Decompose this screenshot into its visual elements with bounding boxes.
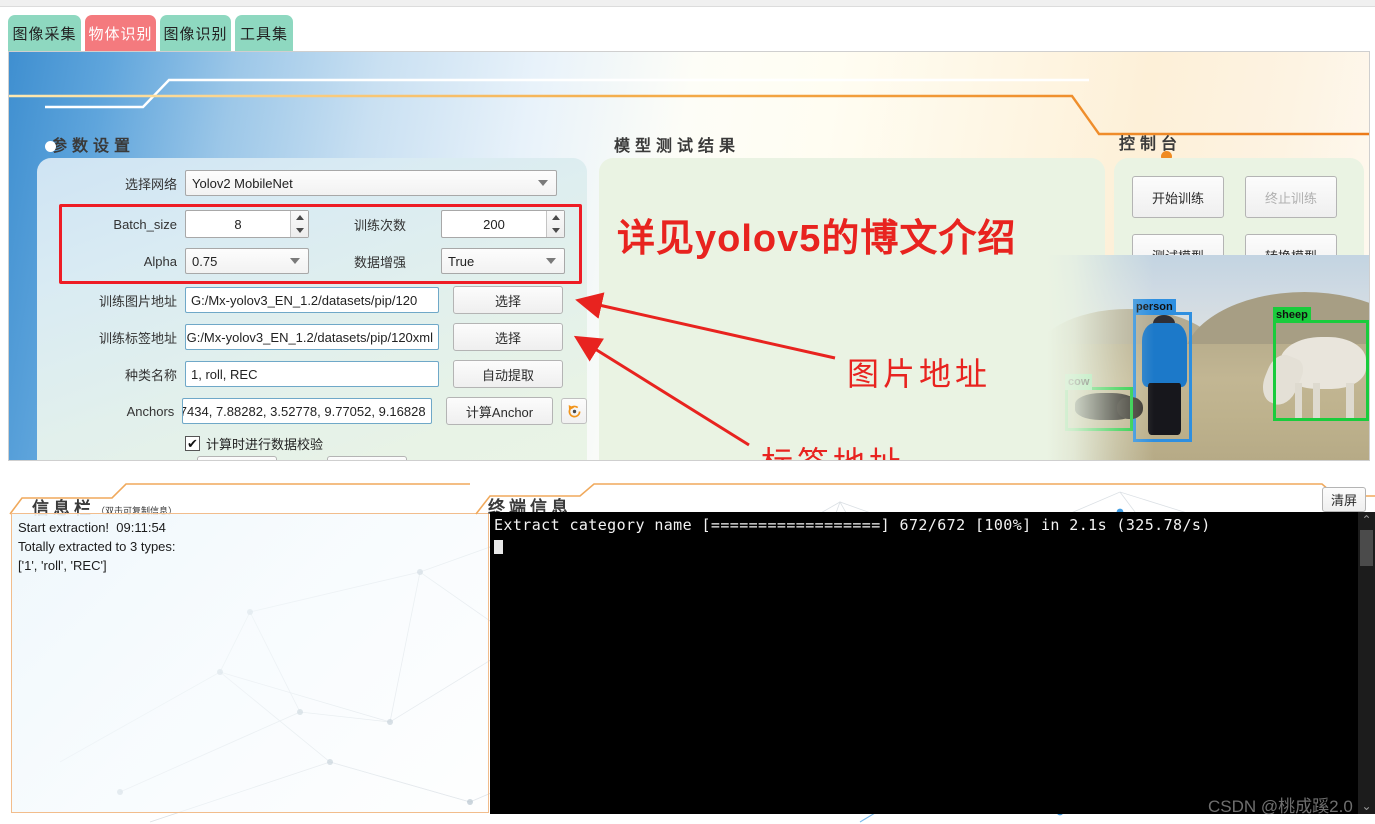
- bbox-sheep: sheep: [1273, 307, 1369, 421]
- tab-toolset[interactable]: 工具集: [235, 15, 293, 52]
- scrollbar-thumb[interactable]: [1360, 530, 1373, 566]
- annotation-headline: 详见yolov5的博文介绍: [617, 218, 1017, 260]
- epochs-value: 200: [483, 216, 505, 232]
- import-config-button[interactable]: 导入配置: [197, 456, 277, 461]
- tab-bar: 图像采集 物体识别 图像识别 工具集: [0, 7, 1375, 52]
- network-select-value: Yolov2 MobileNet: [192, 175, 293, 191]
- batch-size-label: Batch_size: [113, 216, 177, 232]
- epochs-label: 训练次数: [353, 217, 406, 233]
- refresh-icon-button[interactable]: [561, 398, 588, 424]
- terminal-scrollbar[interactable]: ⌃ ⌄: [1358, 512, 1375, 814]
- batch-size-value: 8: [234, 216, 242, 232]
- spin-down-icon[interactable]: [291, 224, 308, 237]
- train-images-label: 训练图片地址: [98, 293, 177, 309]
- tab-image-collection[interactable]: 图像采集: [8, 15, 81, 52]
- application-window: 图像采集 物体识别 图像识别 工具集 参数设置 模型测试结果 控制台 选择网络 …: [0, 0, 1375, 824]
- terminal-cursor: [494, 540, 503, 554]
- terminal-line-1: Extract category name [=================…: [494, 516, 1211, 534]
- anchors-label: Anchors: [126, 403, 175, 419]
- spin-up-icon[interactable]: [291, 211, 308, 224]
- verify-checkbox-row[interactable]: ✔ 计算时进行数据校验: [185, 434, 323, 453]
- augment-select[interactable]: True: [441, 248, 565, 274]
- console-section-title: 控制台: [1119, 136, 1183, 153]
- network-label: 选择网络: [124, 176, 177, 192]
- scroll-down-icon[interactable]: ⌄: [1361, 798, 1371, 814]
- class-names-label: 种类名称: [124, 367, 177, 383]
- verify-checkbox[interactable]: ✔: [185, 436, 200, 451]
- train-labels-label: 训练标签地址: [98, 330, 177, 346]
- alpha-select[interactable]: 0.75: [185, 248, 309, 274]
- tab-label: 工具集: [239, 26, 288, 43]
- train-labels-browse-button[interactable]: 选择: [453, 323, 563, 351]
- class-names-input[interactable]: 1, roll, REC: [185, 361, 439, 387]
- chevron-down-icon: [546, 258, 556, 264]
- scroll-up-icon[interactable]: ⌃: [1361, 512, 1371, 528]
- class-names-value: 1, roll, REC: [191, 366, 258, 382]
- network-select[interactable]: Yolov2 MobileNet: [185, 170, 557, 196]
- chevron-down-icon: [538, 180, 548, 186]
- tab-image-recognition[interactable]: 图像识别: [160, 15, 231, 52]
- import-config-label: 导入配置: [211, 460, 263, 461]
- results-card: [599, 158, 1105, 460]
- annotation-label-path: 标签地址: [761, 438, 905, 460]
- spin-down-icon[interactable]: [547, 224, 564, 237]
- annotation-image-path: 图片地址: [847, 356, 992, 392]
- batch-size-spin-buttons[interactable]: [290, 211, 308, 237]
- verify-checkbox-label: 计算时进行数据校验: [206, 437, 324, 452]
- browse-button-label: 选择: [494, 293, 521, 309]
- calc-anchor-button[interactable]: 计算Anchor: [445, 397, 554, 425]
- terminal-output[interactable]: Extract category name [=================…: [490, 512, 1358, 814]
- field-row-batch: Batch_size 8 训练次数 200: [37, 210, 587, 238]
- info-textbox[interactable]: Start extraction! 09:11:54 Totally extra…: [11, 513, 489, 813]
- field-row-alpha: Alpha 0.75 数据增强 True: [37, 248, 587, 274]
- alpha-label: Alpha: [143, 253, 177, 269]
- browse-button-label: 选择: [494, 330, 521, 346]
- start-train-button[interactable]: 开始训练: [1132, 176, 1224, 218]
- augment-select-value: True: [448, 253, 475, 269]
- augment-label: 数据增强: [353, 254, 406, 270]
- train-images-input[interactable]: G:/Mx-yolov3_EN_1.2/datasets/pip/120: [185, 287, 439, 313]
- image-left-fade: [1047, 255, 1154, 460]
- auto-extract-label: 自动提取: [481, 367, 534, 383]
- field-row-network: 选择网络 Yolov2 MobileNet: [37, 170, 587, 196]
- bbox-label-sheep: sheep: [1273, 307, 1311, 323]
- stop-train-label: 终止训练: [1264, 190, 1317, 206]
- field-row-anchors: Anchors 7434, 7.88282, 3.52778, 9.77052,…: [37, 397, 588, 425]
- auto-extract-button[interactable]: 自动提取: [453, 360, 563, 388]
- train-labels-input[interactable]: G:/Mx-yolov3_EN_1.2/datasets/pip/120xml: [185, 324, 439, 350]
- tab-label: 物体识别: [88, 26, 153, 43]
- batch-size-stepper[interactable]: 8: [185, 210, 309, 238]
- tab-label: 图像采集: [12, 26, 77, 43]
- anchors-input[interactable]: 7434, 7.88282, 3.52778, 9.77052, 9.16828: [182, 398, 432, 424]
- clear-screen-label: 清屏: [1330, 493, 1357, 508]
- alpha-select-value: 0.75: [192, 253, 218, 269]
- tab-label: 图像识别: [163, 26, 228, 43]
- train-images-browse-button[interactable]: 选择: [453, 286, 563, 314]
- chevron-down-icon: [290, 258, 300, 264]
- spin-up-icon[interactable]: [547, 211, 564, 224]
- upper-panel: 参数设置 模型测试结果 控制台 选择网络 Yolov2 MobileNet Ba…: [8, 51, 1370, 461]
- export-config-label: 导出配置: [341, 460, 393, 461]
- train-labels-value: G:/Mx-yolov3_EN_1.2/datasets/pip/120xml: [186, 329, 433, 345]
- field-row-class-names: 种类名称 1, roll, REC 自动提取: [37, 360, 587, 388]
- calc-anchor-label: 计算Anchor: [465, 404, 534, 420]
- detection-preview-image: person sheep cow: [1047, 255, 1369, 460]
- field-row-train-images: 训练图片地址 G:/Mx-yolov3_EN_1.2/datasets/pip/…: [37, 286, 587, 314]
- window-title-strip: [0, 0, 1375, 7]
- clear-screen-button[interactable]: 清屏: [1322, 487, 1366, 512]
- field-row-train-labels: 训练标签地址 G:/Mx-yolov3_EN_1.2/datasets/pip/…: [37, 323, 587, 351]
- info-line-3: ['1', 'roll', 'REC']: [18, 558, 107, 573]
- epochs-spin-buttons[interactable]: [546, 211, 564, 237]
- tab-object-detection[interactable]: 物体识别: [85, 15, 156, 52]
- params-card: 选择网络 Yolov2 MobileNet Batch_size 8 训练次数: [37, 158, 588, 461]
- export-config-button[interactable]: 导出配置: [327, 456, 407, 461]
- train-images-value: G:/Mx-yolov3_EN_1.2/datasets/pip/120: [191, 292, 418, 308]
- epochs-stepper[interactable]: 200: [441, 210, 565, 238]
- stop-train-button[interactable]: 终止训练: [1245, 176, 1337, 218]
- anchors-value: 7434, 7.88282, 3.52778, 9.77052, 9.16828: [182, 403, 426, 419]
- start-train-label: 开始训练: [1151, 190, 1204, 206]
- refresh-icon: [568, 404, 581, 417]
- lower-panel: 信息栏 （双击可复制信息） Start extraction! 09:11:54…: [0, 462, 1375, 824]
